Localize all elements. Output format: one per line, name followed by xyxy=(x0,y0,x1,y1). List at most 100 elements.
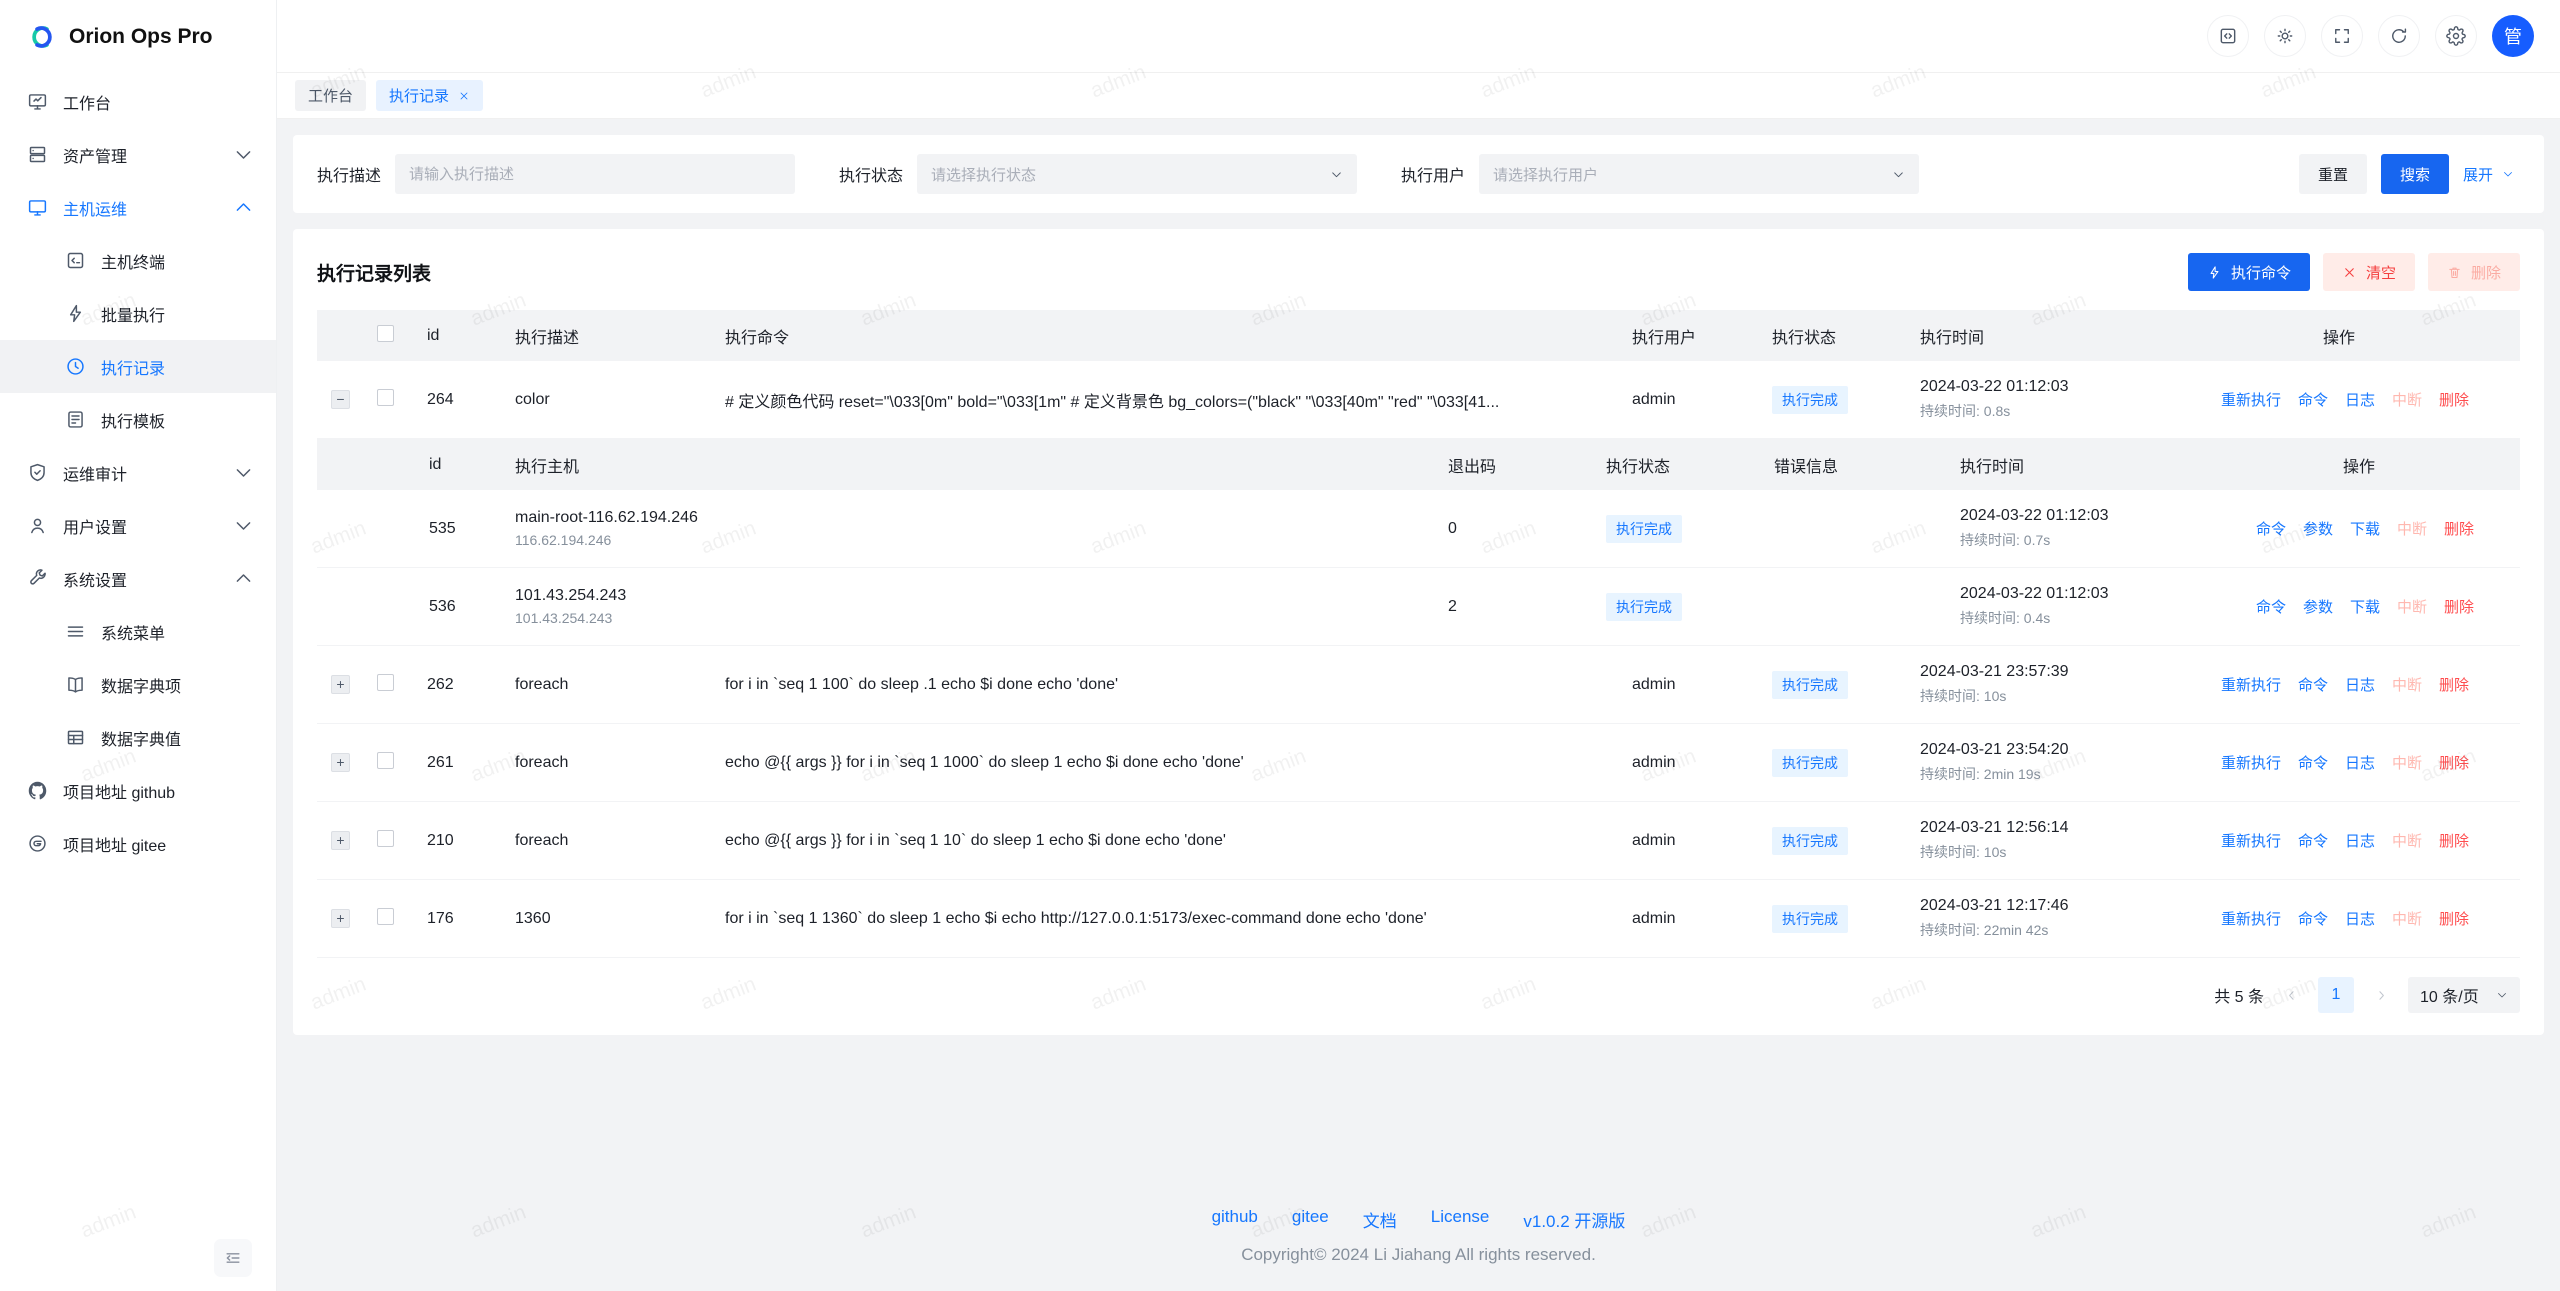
host-record-action-参数[interactable]: 参数 xyxy=(2303,596,2333,617)
record-action-日志[interactable]: 日志 xyxy=(2345,908,2375,929)
row-checkbox[interactable] xyxy=(377,830,394,847)
record-action-命令[interactable]: 命令 xyxy=(2298,908,2328,929)
host-record-action-下载[interactable]: 下载 xyxy=(2350,596,2380,617)
select-all-checkbox[interactable] xyxy=(377,325,394,342)
footer-link-github[interactable]: github xyxy=(1212,1207,1258,1232)
search-button[interactable]: 搜索 xyxy=(2381,154,2449,194)
record-row: +261foreachecho @{{ args }} for i in `se… xyxy=(317,724,2520,802)
cell-select xyxy=(377,830,427,852)
record-action-日志[interactable]: 日志 xyxy=(2345,752,2375,773)
cell-user: admin xyxy=(1632,832,1772,850)
record-action-日志[interactable]: 日志 xyxy=(2345,674,2375,695)
record-action-中断[interactable]: 中断 xyxy=(2392,674,2422,695)
record-action-删除[interactable]: 删除 xyxy=(2439,674,2469,695)
expand-filter-button[interactable]: 展开 xyxy=(2457,154,2520,194)
host-record-action-下载[interactable]: 下载 xyxy=(2350,518,2380,539)
sidebar-item-主机终端[interactable]: 主机终端 xyxy=(0,234,276,287)
avatar[interactable]: 管 xyxy=(2492,15,2534,57)
record-action-重新执行[interactable]: 重新执行 xyxy=(2221,752,2281,773)
records-table: id执行描述执行命令执行用户执行状态执行时间操作−264color# 定义颜色代… xyxy=(317,310,2520,958)
theme-button[interactable] xyxy=(2264,15,2306,57)
sidebar-item-运维审计[interactable]: 运维审计 xyxy=(0,446,276,499)
cell-select xyxy=(377,908,427,930)
tab-执行记录[interactable]: 执行记录 xyxy=(376,80,483,111)
row-checkbox[interactable] xyxy=(377,674,394,691)
code-button[interactable] xyxy=(2207,15,2249,57)
record-action-中断[interactable]: 中断 xyxy=(2392,830,2422,851)
sidebar-item-系统菜单[interactable]: 系统菜单 xyxy=(0,605,276,658)
record-action-命令[interactable]: 命令 xyxy=(2298,674,2328,695)
record-action-删除[interactable]: 删除 xyxy=(2439,389,2469,410)
footer-link-License[interactable]: License xyxy=(1431,1207,1490,1232)
record-action-日志[interactable]: 日志 xyxy=(2345,389,2375,410)
record-action-中断[interactable]: 中断 xyxy=(2392,389,2422,410)
sidebar-item-工作台[interactable]: 工作台 xyxy=(0,75,276,128)
record-action-命令[interactable]: 命令 xyxy=(2298,752,2328,773)
host-record-action-删除[interactable]: 删除 xyxy=(2444,518,2474,539)
record-action-命令[interactable]: 命令 xyxy=(2298,389,2328,410)
page-size-select[interactable]: 10 条/页 xyxy=(2408,977,2520,1013)
record-action-中断[interactable]: 中断 xyxy=(2392,908,2422,929)
record-action-重新执行[interactable]: 重新执行 xyxy=(2221,908,2281,929)
sidebar-item-执行记录[interactable]: 执行记录 xyxy=(0,340,276,393)
table-header-row: id执行描述执行命令执行用户执行状态执行时间操作 xyxy=(317,310,2520,361)
record-action-重新执行[interactable]: 重新执行 xyxy=(2221,389,2281,410)
pagination-next-button[interactable] xyxy=(2366,980,2396,1010)
sidebar-collapse-button[interactable] xyxy=(214,1239,252,1277)
sidebar-item-主机运维[interactable]: 主机运维 xyxy=(0,181,276,234)
record-action-删除[interactable]: 删除 xyxy=(2439,908,2469,929)
record-action-删除[interactable]: 删除 xyxy=(2439,752,2469,773)
host-record-action-参数[interactable]: 参数 xyxy=(2303,518,2333,539)
record-action-中断[interactable]: 中断 xyxy=(2392,752,2422,773)
record-action-重新执行[interactable]: 重新执行 xyxy=(2221,830,2281,851)
sidebar-item-执行模板[interactable]: 执行模板 xyxy=(0,393,276,446)
record-action-命令[interactable]: 命令 xyxy=(2298,830,2328,851)
record-action-重新执行[interactable]: 重新执行 xyxy=(2221,674,2281,695)
sidebar-item-用户设置[interactable]: 用户设置 xyxy=(0,499,276,552)
host-record-action-删除[interactable]: 删除 xyxy=(2444,596,2474,617)
expand-row-button[interactable]: + xyxy=(331,753,350,772)
host-record-action-中断[interactable]: 中断 xyxy=(2397,518,2427,539)
执行命令-button[interactable]: 执行命令 xyxy=(2188,253,2310,291)
cell-user: admin xyxy=(1632,391,1772,409)
sidebar-item-数据字典值[interactable]: 数据字典值 xyxy=(0,711,276,764)
filter-user-select[interactable]: 请选择执行用户 xyxy=(1479,154,1919,194)
host-record-action-命令[interactable]: 命令 xyxy=(2256,596,2286,617)
exec-duration: 持续时间: 0.8s xyxy=(1920,401,2158,421)
record-action-日志[interactable]: 日志 xyxy=(2345,830,2375,851)
tab-工作台[interactable]: 工作台 xyxy=(295,80,366,111)
record-action-删除[interactable]: 删除 xyxy=(2439,830,2469,851)
collapse-row-button[interactable]: − xyxy=(331,390,350,409)
pagination-page-button[interactable]: 1 xyxy=(2318,977,2354,1013)
reset-button[interactable]: 重置 xyxy=(2299,154,2367,194)
pagination-prev-button[interactable] xyxy=(2276,980,2306,1010)
sidebar-item-批量执行[interactable]: 批量执行 xyxy=(0,287,276,340)
footer-link-文档[interactable]: 文档 xyxy=(1363,1207,1397,1232)
footer-link-v1.0.2 开源版[interactable]: v1.0.2 开源版 xyxy=(1523,1207,1625,1232)
row-checkbox[interactable] xyxy=(377,752,394,769)
sidebar-item-数据字典项[interactable]: 数据字典项 xyxy=(0,658,276,711)
filter-status-select[interactable]: 请选择执行状态 xyxy=(917,154,1357,194)
host-record-action-中断[interactable]: 中断 xyxy=(2397,596,2427,617)
expand-row-button[interactable]: + xyxy=(331,909,350,928)
host-record-action-命令[interactable]: 命令 xyxy=(2256,518,2286,539)
row-checkbox[interactable] xyxy=(377,389,394,406)
subcol-id: id xyxy=(429,456,515,474)
fullscreen-button[interactable] xyxy=(2321,15,2363,57)
tab-close-icon[interactable] xyxy=(458,90,470,102)
refresh-button[interactable] xyxy=(2378,15,2420,57)
record-actions: 重新执行命令日志中断删除 xyxy=(2170,908,2520,929)
filter-desc-input[interactable] xyxy=(395,154,795,194)
expand-row-button[interactable]: + xyxy=(331,831,350,850)
清空-button[interactable]: 清空 xyxy=(2323,253,2415,291)
sidebar: Orion Ops Pro 工作台资产管理主机运维主机终端批量执行执行记录执行模… xyxy=(0,0,277,1291)
chev-up-icon xyxy=(233,197,254,218)
row-checkbox[interactable] xyxy=(377,908,394,925)
footer-link-gitee[interactable]: gitee xyxy=(1292,1207,1329,1232)
settings-button[interactable] xyxy=(2435,15,2477,57)
sidebar-item-项目地址 gitee[interactable]: 项目地址 gitee xyxy=(0,817,276,870)
sidebar-item-资产管理[interactable]: 资产管理 xyxy=(0,128,276,181)
expand-row-button[interactable]: + xyxy=(331,675,350,694)
sidebar-item-项目地址 github[interactable]: 项目地址 github xyxy=(0,764,276,817)
sidebar-item-系统设置[interactable]: 系统设置 xyxy=(0,552,276,605)
